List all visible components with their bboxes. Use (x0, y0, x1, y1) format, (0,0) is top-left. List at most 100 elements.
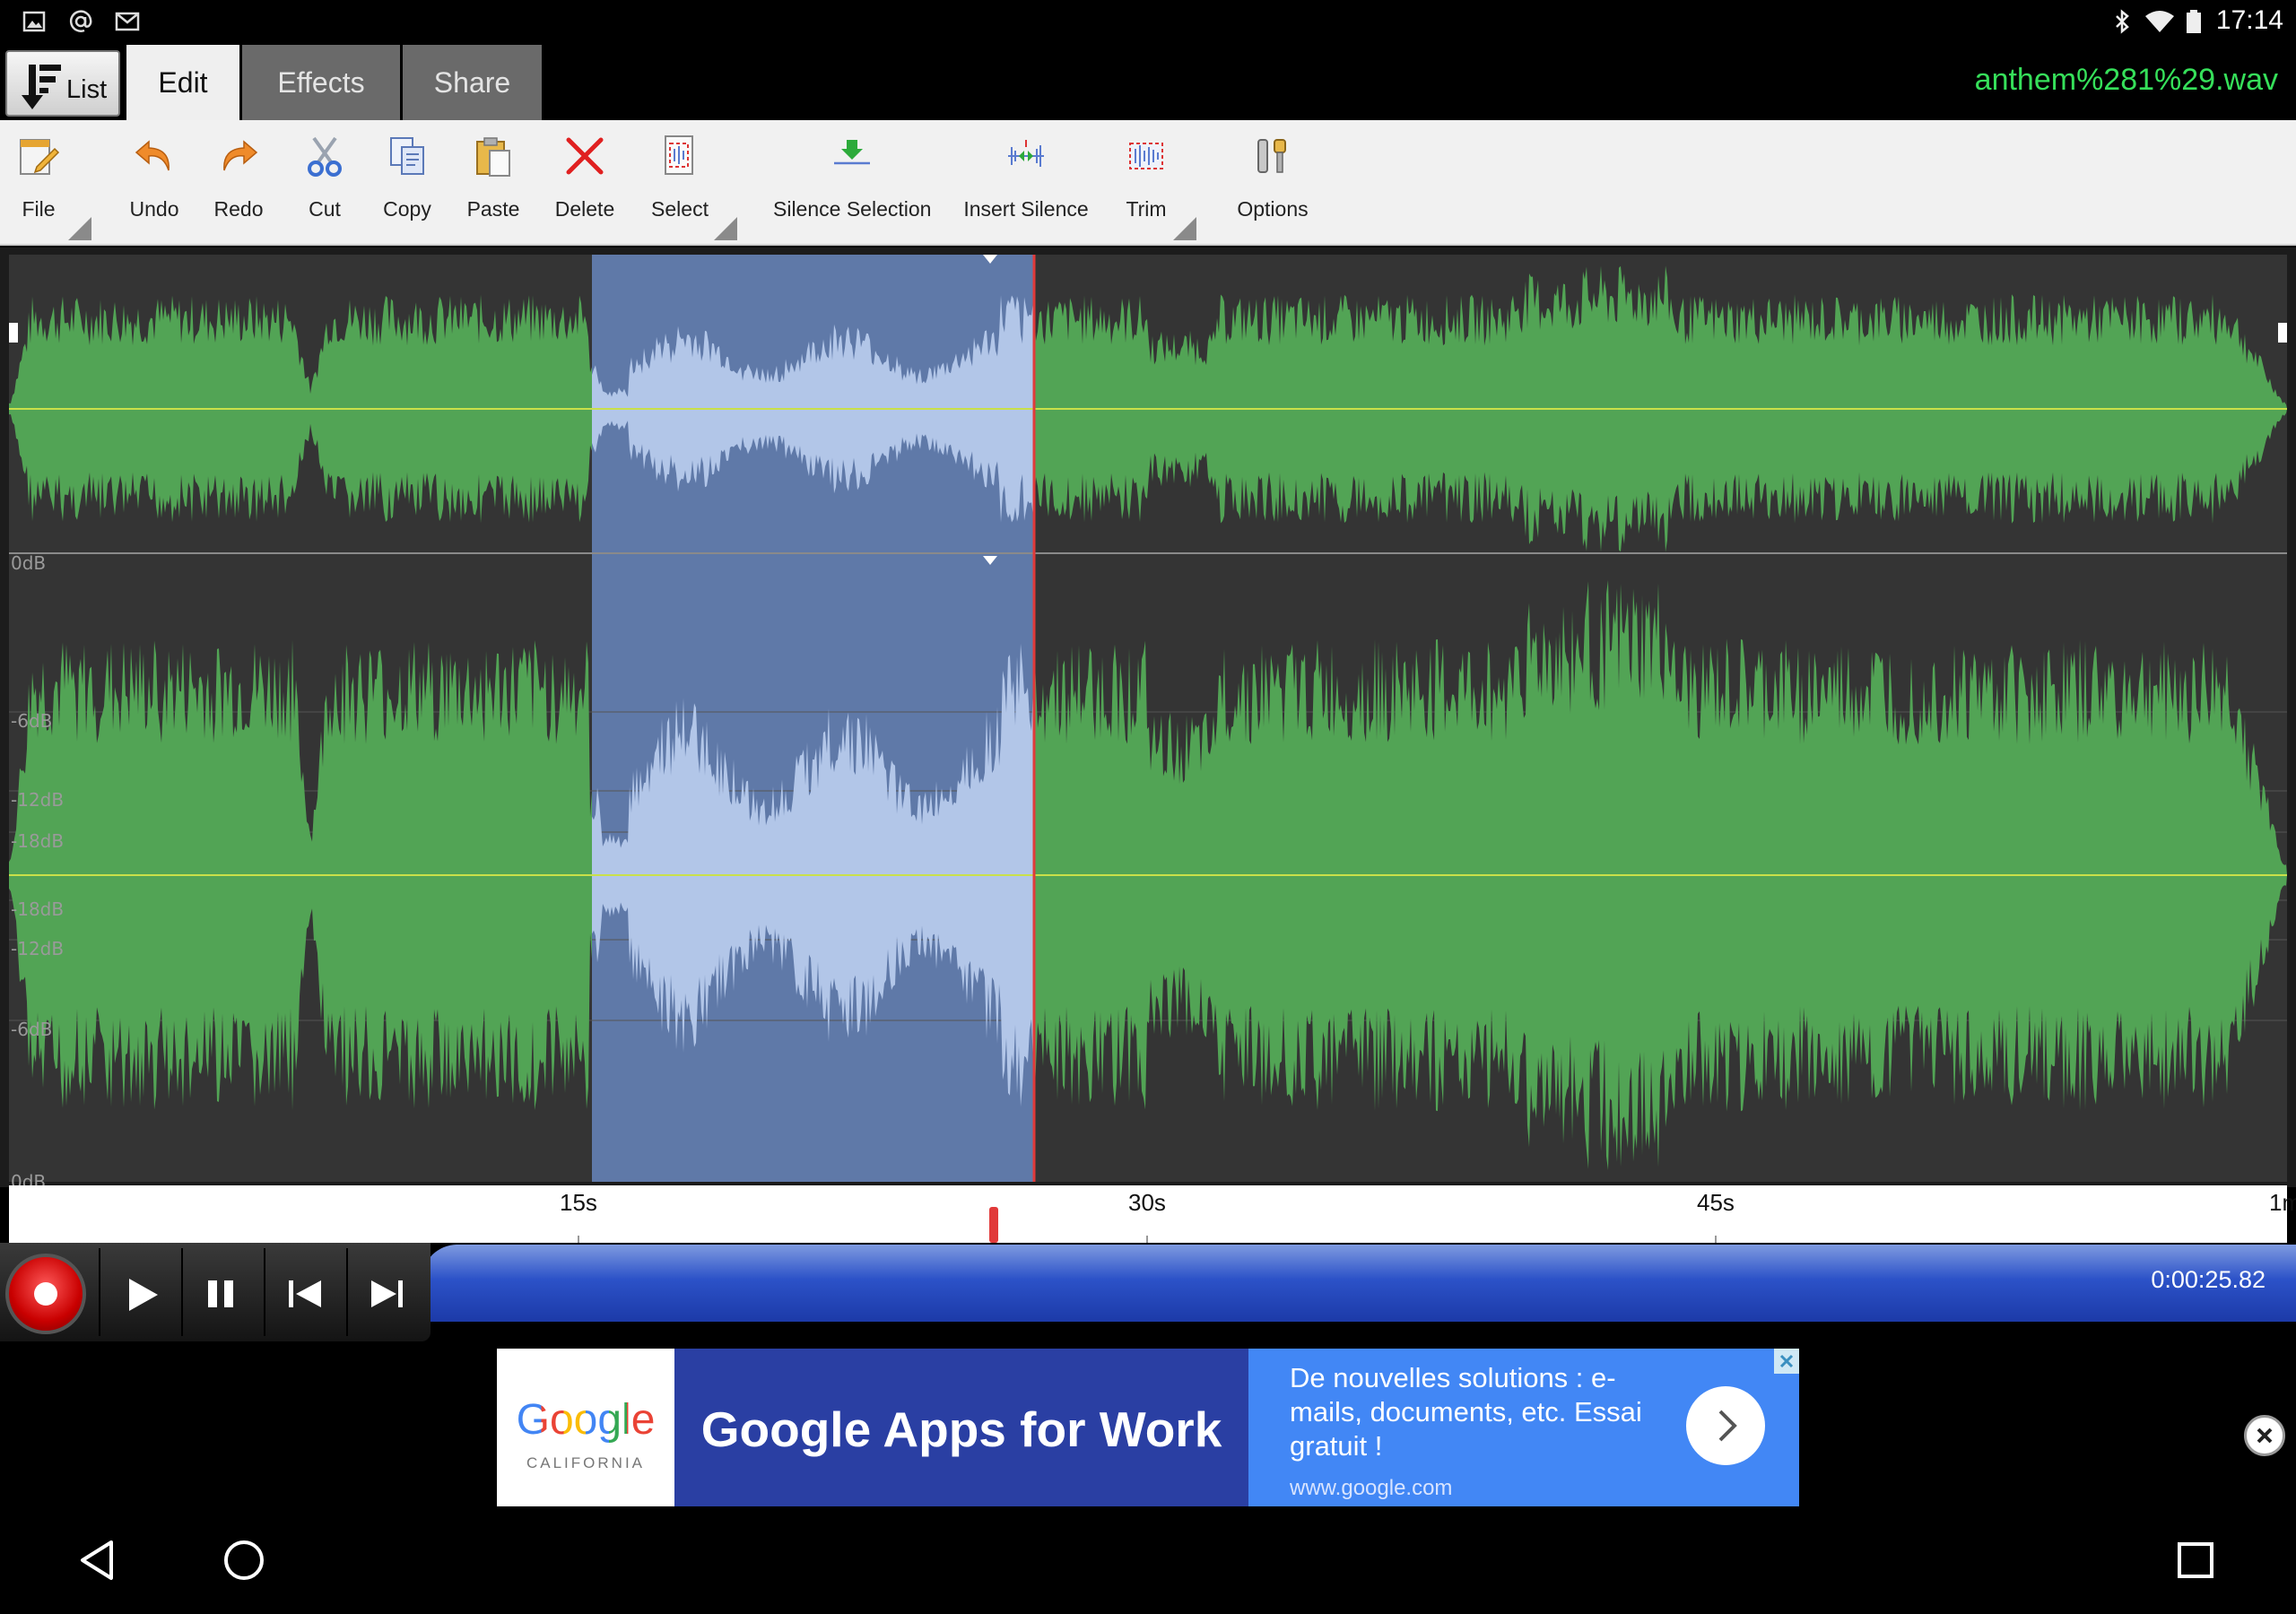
silence-selection-button[interactable]: Silence Selection (773, 127, 931, 235)
clock: 17:14 (2215, 5, 2283, 35)
playback-time: 0:00:25.82 (2151, 1266, 2266, 1293)
list-label: List (66, 75, 108, 104)
cut-button[interactable]: Cut (291, 127, 359, 235)
logo-text: Google (516, 1396, 656, 1444)
paste-icon (476, 137, 510, 177)
list-icon (22, 65, 61, 109)
back-icon[interactable] (72, 1533, 126, 1587)
file-menu-indicator (68, 217, 91, 240)
db-label: 0dB (11, 552, 47, 574)
tab-bar: List Edit Effects Share anthem%281%29.wa… (0, 43, 2296, 120)
ad-area: Google CALIFORNIA Google Apps for Work D… (0, 1345, 2296, 1506)
paste-label: Paste (466, 197, 520, 221)
pause-icon (208, 1280, 233, 1307)
select-button[interactable]: Select (642, 127, 718, 235)
edit-toolbar: File Undo Redo Cut Copy Paste Delete Sel… (0, 120, 2296, 246)
transport-bar: 0:00:25.82 (0, 1243, 2296, 1345)
ad-banner[interactable]: Google CALIFORNIA Google Apps for Work D… (497, 1349, 1799, 1506)
undo-button[interactable]: Undo (120, 127, 188, 235)
undo-icon (135, 140, 170, 171)
transport-controls (0, 1243, 430, 1341)
silence-selection-icon (834, 140, 870, 165)
delete-button[interactable]: Delete (549, 127, 621, 235)
ad-choices-icon[interactable] (1774, 1349, 1799, 1374)
options-label: Options (1237, 197, 1309, 221)
skip-to-end-button[interactable] (348, 1250, 429, 1336)
wifi-icon (2145, 11, 2174, 32)
waveform-canvas[interactable] (9, 255, 2287, 1182)
silence-selection-label: Silence Selection (773, 197, 932, 221)
play-button[interactable] (102, 1250, 183, 1336)
record-button[interactable] (5, 1254, 86, 1334)
skip-forward-icon (371, 1280, 403, 1307)
at-sign-icon (69, 10, 92, 32)
db-label: -6dB (11, 1019, 53, 1040)
tab-effects[interactable]: Effects (242, 45, 400, 120)
ad-headline: Google Apps for Work (700, 1401, 1222, 1457)
undo-label: Undo (129, 197, 179, 221)
trim-icon (1129, 143, 1163, 169)
db-label: -12dB (11, 938, 65, 959)
select-label: Select (651, 197, 709, 221)
home-icon[interactable] (217, 1533, 271, 1587)
skip-back-icon (289, 1280, 321, 1307)
select-icon (665, 135, 693, 175)
time-tick (578, 1236, 579, 1243)
db-label: -12dB (11, 789, 65, 811)
status-bar: 17:14 (0, 0, 2296, 43)
ad-url: www.google.com (1290, 1476, 1453, 1500)
time-tick (1146, 1236, 1148, 1243)
timeline-ruler[interactable]: 15s 30s 45s 1m (9, 1185, 2296, 1243)
tab-edit[interactable]: Edit (126, 45, 239, 120)
delete-x-icon (566, 137, 604, 175)
time-tick (1715, 1236, 1717, 1243)
file-icon (20, 139, 60, 175)
insert-silence-label: Insert Silence (963, 197, 1089, 221)
photo-icon (22, 11, 46, 32)
time-label: 30s (1128, 1189, 1166, 1216)
db-label: -6dB (11, 710, 53, 732)
chevron-right-icon (1718, 1410, 1737, 1442)
battery-icon (2187, 10, 2201, 33)
paste-button[interactable]: Paste (457, 127, 529, 235)
separator (99, 1248, 100, 1336)
ad-logo-box: Google CALIFORNIA (497, 1349, 674, 1506)
timeline-cursor-marker[interactable] (989, 1207, 998, 1243)
recents-icon[interactable] (2169, 1533, 2222, 1587)
time-label: 15s (560, 1189, 597, 1216)
options-button[interactable]: Options (1229, 127, 1317, 235)
waveform-area[interactable]: 0dB -6dB -12dB -18dB -18dB -12dB -6dB 0d… (0, 247, 2296, 1193)
trim-button[interactable]: Trim (1112, 127, 1180, 235)
insert-silence-button[interactable]: Insert Silence (963, 127, 1089, 235)
bluetooth-icon (2116, 9, 2129, 34)
play-icon (129, 1279, 158, 1311)
cut-label: Cut (309, 197, 341, 221)
select-menu-indicator (714, 217, 737, 240)
ad-open-button[interactable] (1686, 1386, 1765, 1465)
system-nav-bar (0, 1506, 2296, 1614)
db-label: -18dB (11, 830, 65, 852)
file-button[interactable]: File (0, 127, 77, 235)
trim-label: Trim (1126, 197, 1167, 221)
file-label: File (22, 197, 56, 221)
time-label: 1m (2269, 1189, 2296, 1216)
playback-progress-bar[interactable]: 0:00:25.82 (422, 1245, 2296, 1322)
file-name: anthem%281%29.wav (1974, 63, 2278, 97)
skip-to-start-button[interactable] (265, 1250, 346, 1336)
list-button[interactable]: List (5, 50, 120, 117)
copy-label: Copy (383, 197, 431, 221)
redo-icon (223, 140, 258, 171)
copy-button[interactable]: Copy (373, 127, 441, 235)
tab-share[interactable]: Share (403, 45, 542, 120)
trim-menu-indicator (1173, 217, 1196, 240)
delete-label: Delete (554, 197, 615, 221)
ad-logo-subtitle: CALIFORNIA (526, 1454, 646, 1471)
gmail-icon (115, 12, 140, 31)
time-label: 45s (1697, 1189, 1735, 1216)
ad-close-button[interactable] (2244, 1415, 2285, 1456)
pause-button[interactable] (183, 1250, 264, 1336)
insert-silence-icon (1008, 140, 1044, 167)
copy-icon (390, 137, 424, 175)
redo-button[interactable]: Redo (204, 127, 273, 235)
db-label: -18dB (11, 898, 65, 920)
